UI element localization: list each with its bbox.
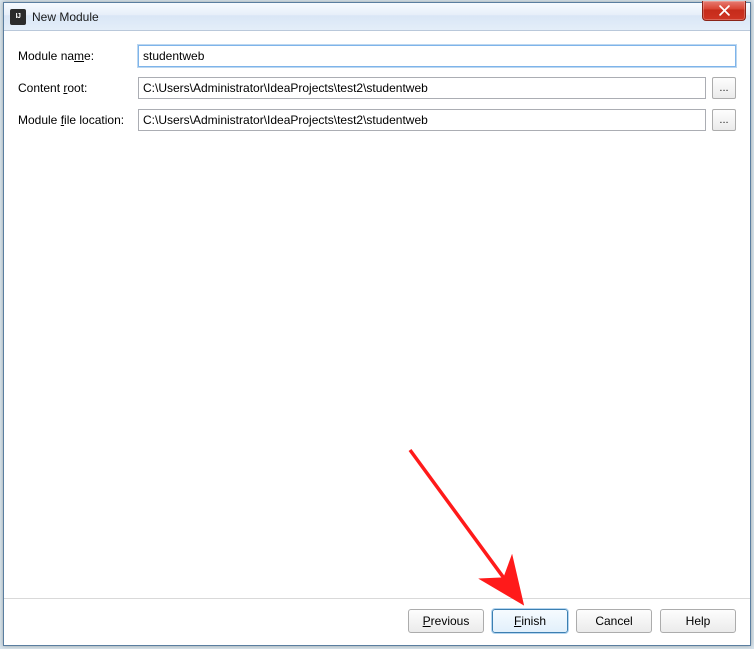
- help-button[interactable]: Help: [660, 609, 736, 633]
- module-file-location-browse-button[interactable]: ...: [712, 109, 736, 131]
- dialog-footer: Previous Finish Cancel Help: [4, 598, 750, 645]
- app-icon: [10, 9, 26, 25]
- row-content-root: Content root: ...: [18, 77, 736, 99]
- label-content-root: Content root:: [18, 81, 138, 95]
- label-module-name: Module name:: [18, 49, 138, 63]
- window-title: New Module: [32, 10, 99, 24]
- dialog-window: New Module Module name: Content root: ..…: [3, 2, 751, 646]
- row-module-file-location: Module file location: ...: [18, 109, 736, 131]
- previous-button[interactable]: Previous: [408, 609, 484, 633]
- close-button[interactable]: [702, 1, 746, 21]
- content-root-browse-button[interactable]: ...: [712, 77, 736, 99]
- module-name-field[interactable]: [138, 45, 736, 67]
- titlebar[interactable]: New Module: [4, 3, 750, 31]
- content-root-field[interactable]: [138, 77, 706, 99]
- close-icon: [719, 5, 730, 16]
- dialog-content: Module name: Content root: ... Module fi…: [4, 31, 750, 598]
- finish-button[interactable]: Finish: [492, 609, 568, 633]
- cancel-button[interactable]: Cancel: [576, 609, 652, 633]
- row-module-name: Module name:: [18, 45, 736, 67]
- module-file-location-field[interactable]: [138, 109, 706, 131]
- label-module-file-location: Module file location:: [18, 113, 138, 127]
